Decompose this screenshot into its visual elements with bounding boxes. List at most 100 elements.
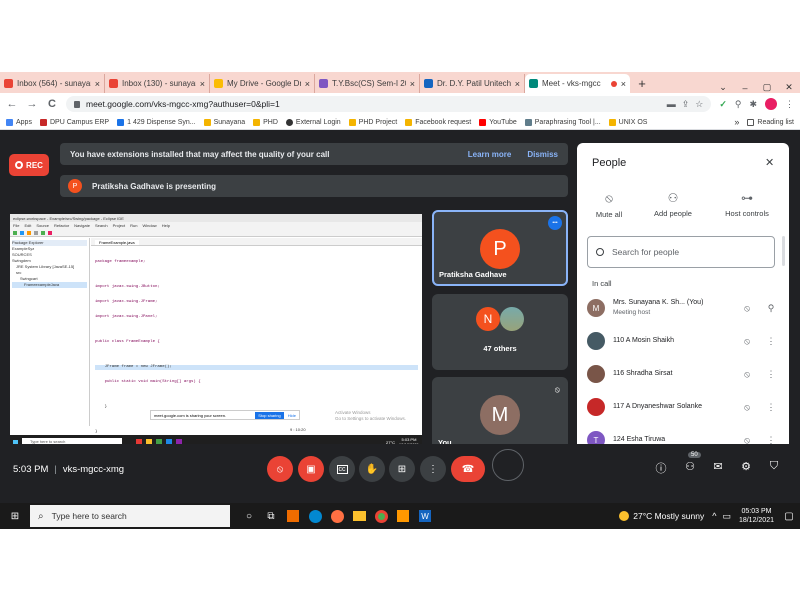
notifications-icon[interactable]: ▢ (778, 505, 800, 527)
firefox-icon[interactable] (326, 505, 348, 527)
more-vert-icon[interactable]: ⋮ (759, 336, 783, 347)
bookmark-item[interactable]: PHD Project (348, 118, 397, 126)
tab-close-icon[interactable]: × (515, 79, 520, 89)
mic-off-icon[interactable]: ⦸ (735, 402, 759, 413)
search-people-input[interactable]: Search for people (587, 236, 775, 268)
bookmarks-more-button[interactable]: » (734, 117, 739, 127)
file-explorer-icon[interactable] (348, 505, 370, 527)
bookmark-item[interactable]: External Login (285, 118, 341, 126)
add-people-button[interactable]: ⚇ Add people (641, 191, 705, 218)
bookmark-item[interactable]: Paraphrasing Tool |... (524, 118, 601, 126)
tab-search-icon[interactable]: ⌄ (712, 82, 734, 93)
toolbar-icon (48, 231, 52, 235)
maximize-button[interactable]: ▢ (756, 82, 778, 93)
learn-more-link[interactable]: Learn more (468, 150, 512, 159)
bookmark-item[interactable]: UNIX OS (608, 118, 647, 126)
mic-toggle-button[interactable]: ⦸ (267, 456, 293, 482)
forward-button[interactable]: → (26, 98, 38, 110)
share-icon[interactable]: ⇪ (682, 99, 690, 110)
participant-tile-presenter[interactable]: P Pratiksha Gadhave ••• (432, 210, 568, 286)
mic-off-icon[interactable]: ⦸ (735, 369, 759, 380)
tab-close-icon[interactable]: × (95, 79, 100, 89)
more-vert-icon[interactable]: ⋮ (759, 369, 783, 380)
new-tab-button[interactable]: + (630, 74, 654, 93)
chrome-icon[interactable] (370, 505, 392, 527)
tab-close-icon[interactable]: × (621, 79, 626, 89)
browser-tab[interactable]: My Drive - Google Dr × (210, 74, 315, 93)
host-controls-icon[interactable]: ⛉ (765, 460, 783, 473)
bookmark-item[interactable]: YouTube (479, 118, 517, 126)
bookmark-item[interactable]: Facebook request (405, 118, 471, 126)
star-icon[interactable]: ☆ (695, 99, 703, 110)
pin-icon[interactable]: ⚲ (759, 303, 783, 314)
participant-row[interactable]: 116 Shradha Sirsat ⦸ ⋮ (587, 361, 783, 387)
captions-button[interactable]: cc (329, 456, 355, 482)
close-icon[interactable]: ✕ (765, 156, 774, 169)
weather-widget[interactable]: 27°C Mostly sunny (619, 511, 704, 521)
browser-tab[interactable]: Dr. D.Y. Patil Unitech × (420, 74, 525, 93)
bookmark-item[interactable]: DPU Campus ERP (39, 118, 109, 126)
minimize-button[interactable]: – (734, 83, 756, 93)
chevron-up-icon[interactable]: ^ (712, 511, 716, 521)
more-options-icon[interactable]: ••• (548, 216, 562, 230)
url-input[interactable]: meet.google.com/vks-mgcc-xmg?authuser=0&… (66, 96, 712, 112)
mic-off-icon[interactable]: ⦸ (735, 303, 759, 314)
check-icon[interactable]: ✓ (719, 99, 727, 110)
panel-scrollbar[interactable] (782, 236, 785, 266)
browser-tab-active[interactable]: Meet - vks-mgcc × (525, 74, 630, 93)
participant-row[interactable]: 117 A Dnyaneshwar Solanke ⦸ ⋮ (587, 394, 783, 420)
edge-icon[interactable] (304, 505, 326, 527)
dismiss-button[interactable]: Dismiss (527, 150, 558, 159)
reload-button[interactable]: C (46, 98, 58, 110)
back-button[interactable]: ← (6, 98, 18, 110)
participant-tile-self[interactable]: M You ⦸ (432, 377, 568, 453)
browser-tab[interactable]: T.Y.Bsc(CS) Sem-I 202 × (315, 74, 420, 93)
participant-row[interactable]: 110 A Mosin Shaikh ⦸ ⋮ (587, 328, 783, 354)
cast-icon[interactable]: ▬ (667, 99, 676, 109)
browser-tab[interactable]: Inbox (130) - sunayan × (105, 74, 210, 93)
cortana-icon[interactable]: ○ (238, 505, 260, 527)
raise-hand-button[interactable]: ✋ (359, 456, 385, 482)
presenter-avatar: P (68, 179, 82, 193)
toolbar-icon (27, 231, 31, 235)
extensions-icon[interactable]: ✱ (749, 99, 757, 110)
close-window-button[interactable]: ✕ (778, 82, 800, 93)
activities-icon[interactable]: ⚙ (737, 460, 755, 473)
browser-tab[interactable]: Inbox (564) - sunayan × (0, 74, 105, 93)
clock[interactable]: 05:03 PM 18/12/2021 (739, 507, 774, 525)
mic-off-icon[interactable]: ⦸ (735, 336, 759, 347)
word-icon[interactable]: W (414, 505, 436, 527)
present-button[interactable]: ⊞ (389, 456, 415, 482)
presenter-tile-avatar: P (480, 229, 520, 269)
profile-icon[interactable] (765, 98, 777, 110)
bookmark-apps[interactable]: Apps (6, 118, 32, 126)
bookmark-item[interactable]: 1 429 Dispense Syn... (117, 118, 196, 126)
mic-icon[interactable]: ⚲ (735, 99, 742, 110)
bookmark-item[interactable]: Sunayana (203, 118, 245, 126)
tab-close-icon[interactable]: × (410, 79, 415, 89)
tab-close-icon[interactable]: × (200, 79, 205, 89)
windows-start-icon[interactable]: ⊞ (0, 505, 30, 527)
calculator-icon[interactable] (282, 505, 304, 527)
leave-call-button[interactable]: ☎ (451, 456, 485, 482)
mute-all-button[interactable]: ⦸ Mute all (577, 191, 641, 219)
host-controls-button[interactable]: ⊶ Host controls (715, 191, 779, 218)
tab-close-icon[interactable]: × (305, 79, 310, 89)
people-icon[interactable]: ⚇ (681, 460, 699, 473)
info-icon[interactable]: ⓘ (652, 460, 670, 476)
more-vert-icon[interactable]: ⋮ (759, 402, 783, 413)
menu-icon[interactable]: ⋮ (785, 99, 794, 110)
camera-toggle-button[interactable]: ▣ (298, 456, 324, 482)
battery-icon[interactable]: ▭ (722, 511, 731, 522)
stop-sharing-button[interactable]: Stop sharing (255, 411, 284, 419)
chat-icon[interactable]: ✉ (709, 460, 727, 473)
taskbar-search-input[interactable]: ⌕ Type here to search (30, 505, 230, 527)
participant-tile-others[interactable]: N 47 others (432, 294, 568, 370)
participant-row[interactable]: M Mrs. Sunayana K. Sh... (You) Meeting ho… (587, 295, 783, 321)
more-options-button[interactable]: ⋮ (420, 456, 446, 482)
app-icon[interactable] (392, 505, 414, 527)
reading-list-button[interactable]: Reading list (747, 118, 794, 126)
task-view-icon[interactable]: ⧉ (260, 505, 282, 527)
bookmark-item[interactable]: PHD (253, 118, 278, 126)
hide-button[interactable]: Hide (288, 413, 296, 418)
